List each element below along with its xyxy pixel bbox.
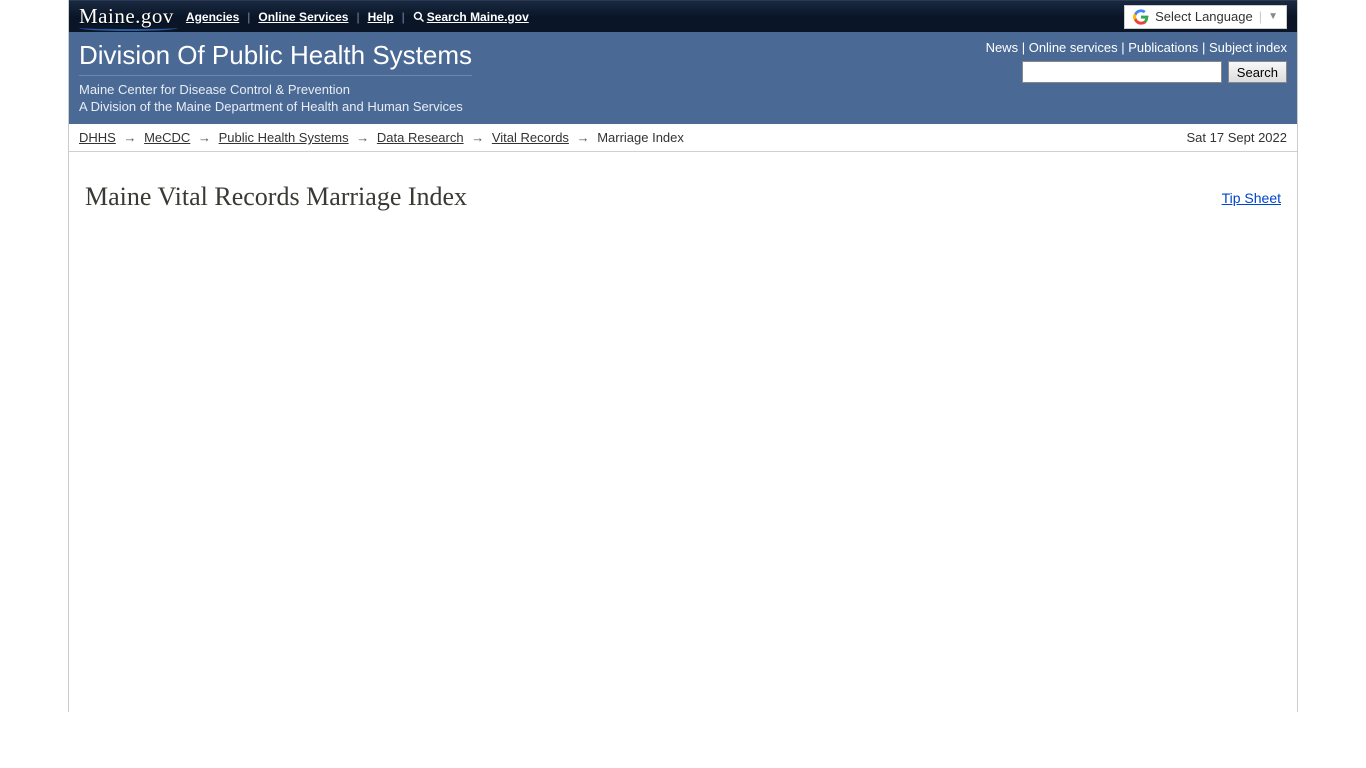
crumb-data-research[interactable]: Data Research <box>377 130 464 145</box>
dropdown-triangle-icon: ▼ <box>1268 11 1278 22</box>
header-nav-links: News | Online services | Publications | … <box>986 40 1287 55</box>
separator: | <box>1259 9 1262 24</box>
crumb-mecdc[interactable]: MeCDC <box>144 130 190 145</box>
arrow-icon: → <box>471 130 484 145</box>
search-icon <box>413 11 425 23</box>
crumb-public-health-systems[interactable]: Public Health Systems <box>219 130 349 145</box>
separator: | <box>402 10 405 24</box>
help-link[interactable]: Help <box>368 10 394 24</box>
arrow-icon: → <box>577 130 590 145</box>
header-right: News | Online services | Publications | … <box>986 40 1287 83</box>
department-subtitle-2: A Division of the Maine Department of He… <box>79 99 1287 114</box>
topbar: Maine.gov Agencies | Online Services | H… <box>69 0 1297 32</box>
news-link[interactable]: News <box>986 40 1019 55</box>
search-maine-text: Search Maine.gov <box>427 10 529 24</box>
online-services-link[interactable]: Online Services <box>258 10 348 24</box>
separator: | <box>247 10 250 24</box>
maine-gov-logo[interactable]: Maine.gov <box>79 4 178 29</box>
crumb-dhhs[interactable]: DHHS <box>79 130 116 145</box>
search-maine-link[interactable]: Search Maine.gov <box>413 10 529 24</box>
main-header-row: Maine Vital Records Marriage Index Tip S… <box>85 182 1281 212</box>
breadcrumb: DHHS → MeCDC → Public Health Systems → D… <box>79 130 684 145</box>
crumb-vital-records[interactable]: Vital Records <box>492 130 569 145</box>
header-search: Search <box>986 61 1287 83</box>
department-subtitle-1: Maine Center for Disease Control & Preve… <box>79 82 1287 97</box>
main-content: Maine Vital Records Marriage Index Tip S… <box>69 152 1297 712</box>
arrow-icon: → <box>198 130 211 145</box>
page-title: Maine Vital Records Marriage Index <box>85 182 467 212</box>
online-services-header-link[interactable]: Online services <box>1029 40 1118 55</box>
site-header: Division Of Public Health Systems Maine … <box>69 32 1297 124</box>
search-button[interactable]: Search <box>1228 61 1287 83</box>
arrow-icon: → <box>123 130 136 145</box>
language-selector[interactable]: Select Language | ▼ <box>1124 5 1287 29</box>
separator: | <box>356 10 359 24</box>
separator: | <box>1202 40 1209 55</box>
arrow-icon: → <box>356 130 369 145</box>
subject-index-link[interactable]: Subject index <box>1209 40 1287 55</box>
crumb-current: Marriage Index <box>597 130 684 145</box>
language-label: Select Language <box>1155 9 1253 24</box>
logo-swoosh-icon <box>79 25 178 31</box>
topbar-left: Maine.gov Agencies | Online Services | H… <box>79 4 529 29</box>
google-translate-icon <box>1133 9 1149 25</box>
tip-sheet-link[interactable]: Tip Sheet <box>1222 190 1281 206</box>
current-date: Sat 17 Sept 2022 <box>1187 130 1287 145</box>
separator: | <box>1022 40 1029 55</box>
breadcrumb-bar: DHHS → MeCDC → Public Health Systems → D… <box>69 124 1297 152</box>
agencies-link[interactable]: Agencies <box>186 10 239 24</box>
search-input[interactable] <box>1022 61 1222 83</box>
publications-link[interactable]: Publications <box>1128 40 1198 55</box>
department-title: Division Of Public Health Systems <box>79 40 472 76</box>
